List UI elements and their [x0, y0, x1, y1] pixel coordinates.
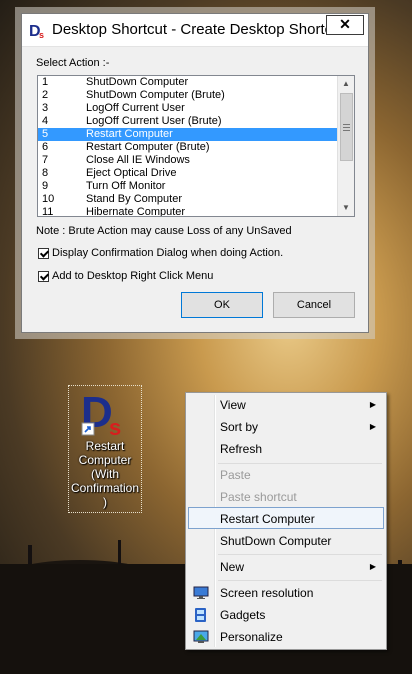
submenu-arrow-icon: ▶ — [369, 422, 376, 431]
personalize-icon — [193, 630, 209, 643]
menu-item-screen-resolution[interactable]: Screen resolution — [188, 582, 384, 604]
grip-line — [343, 124, 350, 125]
confirm-dialog-checkbox[interactable] — [38, 247, 49, 259]
list-item-label: LogOff Current User — [86, 102, 185, 114]
right-click-menu-option[interactable]: Add to Desktop Right Click Menu — [38, 270, 213, 282]
close-button[interactable]: ✕ — [326, 15, 364, 35]
menu-item-label: Refresh — [220, 442, 263, 456]
list-item[interactable]: 4 LogOff Current User (Brute) — [38, 115, 354, 128]
brute-action-note: Note : Brute Action may cause Loss of an… — [36, 225, 292, 237]
action-listbox[interactable]: 1 ShutDown Computer 2 ShutDown Computer (Br… — [37, 75, 355, 217]
desktop-icon-caption: Restart Computer (With Confirmation ) — [70, 439, 140, 509]
app-icon: D s — [29, 23, 44, 39]
menu-item-new[interactable]: New ▶ — [188, 556, 384, 578]
list-item-number: 5 — [42, 128, 49, 140]
list-item[interactable]: 1 ShutDown Computer — [38, 76, 354, 89]
list-item-label: Hibernate Computer — [86, 206, 186, 217]
list-item-number: 7 — [42, 154, 49, 166]
scroll-up-arrow-icon[interactable]: ▲ — [338, 76, 354, 92]
list-item[interactable]: 2 ShutDown Computer (Brute) — [38, 89, 354, 102]
svg-text:s: s — [109, 415, 121, 437]
menu-item-label: New — [220, 560, 245, 574]
menu-item-view[interactable]: View ▶ — [188, 394, 384, 416]
grip-line — [343, 127, 350, 128]
restart-shortcut-icon: D s — [81, 389, 121, 437]
list-item[interactable]: 8 Eject Optical Drive — [38, 167, 354, 180]
list-item[interactable]: 5 Restart Computer — [38, 128, 354, 141]
confirm-dialog-label: Display Confirmation Dialog when doing A… — [52, 247, 284, 259]
confirm-dialog-option[interactable]: Display Confirmation Dialog when doing A… — [38, 247, 283, 259]
list-item[interactable]: 6 Restart Computer (Brute) — [38, 141, 354, 154]
menu-item-refresh[interactable]: Refresh — [188, 438, 384, 460]
menu-item-label: Paste — [220, 468, 251, 482]
list-item-number: 8 — [42, 167, 49, 179]
right-click-menu-checkbox[interactable] — [38, 270, 49, 282]
list-item[interactable]: 9 Turn Off Monitor — [38, 180, 354, 193]
menu-item-shutdown-computer[interactable]: ShutDown Computer — [188, 530, 384, 552]
list-item-number: 10 — [42, 193, 55, 205]
list-item[interactable]: 11 Hibernate Computer — [38, 206, 354, 217]
list-item-label: Restart Computer — [86, 128, 173, 140]
dialog-titlebar[interactable]: D s Desktop Shortcut - Create Desktop Sh… — [22, 14, 368, 47]
list-item-label: LogOff Current User (Brute) — [86, 115, 222, 127]
menu-item-label: Personalize — [220, 630, 283, 644]
list-item[interactable]: 3 LogOff Current User — [38, 102, 354, 115]
submenu-arrow-icon: ▶ — [369, 400, 376, 409]
menu-separator — [218, 580, 382, 581]
dialog-title: Desktop Shortcut - Create Desktop Shortc… — [52, 21, 334, 38]
menu-item-label: ShutDown Computer — [220, 534, 332, 548]
list-item-number: 2 — [42, 89, 49, 101]
list-item-number: 4 — [42, 115, 49, 127]
cancel-button[interactable]: Cancel — [273, 292, 355, 318]
list-item[interactable]: 7 Close All IE Windows — [38, 154, 354, 167]
list-item-label: Eject Optical Drive — [86, 167, 177, 179]
list-item-label: Turn Off Monitor — [86, 180, 166, 192]
menu-item-label: View — [220, 398, 246, 412]
list-item-number: 1 — [42, 76, 49, 88]
list-item-number: 3 — [42, 102, 49, 114]
grip-line — [343, 130, 350, 131]
scroll-down-arrow-icon[interactable]: ▼ — [338, 200, 354, 216]
list-item-label: ShutDown Computer — [86, 76, 189, 88]
menu-item-label: Gadgets — [220, 608, 266, 622]
list-item-label: Close All IE Windows — [86, 154, 190, 166]
list-item-label: Restart Computer (Brute) — [86, 141, 210, 153]
list-item-number: 11 — [42, 206, 54, 217]
menu-item-restart-computer[interactable]: Restart Computer — [188, 507, 384, 529]
svg-text:s: s — [39, 30, 44, 39]
list-item-number: 9 — [42, 180, 49, 192]
list-item[interactable]: 10 Stand By Computer — [38, 193, 354, 206]
listbox-scrollbar[interactable]: ▲ ▼ — [337, 76, 354, 216]
right-click-menu-label: Add to Desktop Right Click Menu — [52, 270, 214, 282]
menu-separator — [218, 554, 382, 555]
desktop-shortcut-icon[interactable]: D s Restart Computer (With Confirmation … — [68, 385, 142, 513]
scroll-thumb[interactable] — [340, 93, 353, 161]
gadgets-icon — [195, 608, 206, 622]
desktop-context-menu: View ▶ Sort by ▶ Refresh Paste Paste sho… — [185, 392, 387, 650]
list-item-label: ShutDown Computer (Brute) — [86, 89, 225, 101]
menu-item-paste[interactable]: Paste — [188, 464, 384, 486]
menu-item-sort-by[interactable]: Sort by ▶ — [188, 416, 384, 438]
submenu-arrow-icon: ▶ — [369, 562, 376, 571]
menu-item-label: Restart Computer — [220, 512, 315, 526]
ok-button[interactable]: OK — [181, 292, 263, 318]
menu-item-label: Sort by — [220, 420, 259, 434]
menu-item-personalize[interactable]: Personalize — [188, 626, 384, 648]
menu-item-label: Paste shortcut — [220, 490, 297, 504]
screen-resolution-icon — [193, 586, 209, 599]
menu-item-gadgets[interactable]: Gadgets — [188, 604, 384, 626]
list-item-number: 6 — [42, 141, 49, 153]
desktop-shortcut-dialog: D s Desktop Shortcut - Create Desktop Sh… — [21, 13, 369, 333]
menu-item-label: Screen resolution — [220, 586, 314, 600]
select-action-label: Select Action :- — [36, 57, 110, 69]
menu-item-paste-shortcut[interactable]: Paste shortcut — [188, 486, 384, 508]
list-item-label: Stand By Computer — [86, 193, 182, 205]
